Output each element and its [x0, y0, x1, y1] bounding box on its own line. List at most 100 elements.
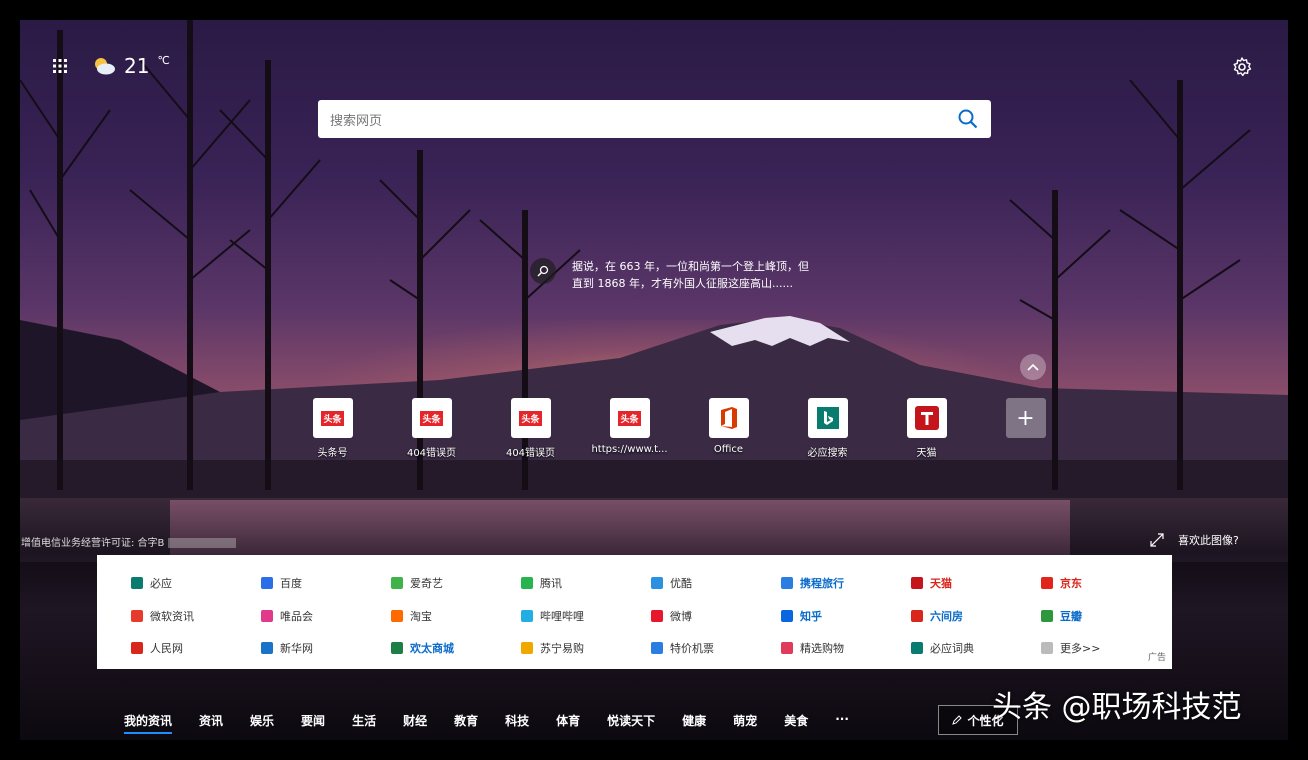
site-logo-icon [131, 609, 143, 622]
search-icon[interactable] [957, 108, 979, 130]
news-tab[interactable]: 体育 [556, 712, 580, 734]
site-link[interactable]: 爱奇艺 [391, 567, 521, 600]
news-tab[interactable]: 生活 [352, 712, 376, 734]
magnifier-icon [537, 265, 549, 277]
weather-widget[interactable]: 21 ℃ [92, 54, 170, 78]
site-link[interactable]: 天猫 [911, 567, 1041, 600]
site-link[interactable]: 豆瓣 [1041, 600, 1171, 633]
image-fact-text[interactable]: 据说，在 663 年，一位和尚第一个登上峰顶，但直到 1868 年，才有外国人征… [572, 258, 812, 292]
site-link[interactable]: 六间房 [911, 600, 1041, 633]
news-tabs: 我的资讯 资讯 娱乐 要闻 生活 财经 教育 科技 体育 悦读天下 健康 萌宠 美食 ··· [124, 712, 876, 734]
site-link-label: 特价机票 [670, 642, 714, 656]
toutiao-icon: 头条 [609, 398, 650, 438]
site-link-label: 必应 [150, 577, 172, 591]
license-text: 增值电信业务经营许可证: 合字B [21, 534, 236, 549]
news-tab[interactable]: 美食 [784, 712, 808, 734]
site-link[interactable]: 必应 [131, 567, 261, 600]
site-link[interactable]: 优酷 [651, 567, 781, 600]
site-logo-icon [261, 642, 273, 655]
site-link-label: 唯品会 [280, 609, 313, 623]
site-logo-icon [521, 609, 533, 622]
site-link-label: 知乎 [800, 609, 822, 623]
site-link[interactable]: 特价机票 [651, 632, 781, 665]
site-link-label: 携程旅行 [800, 577, 844, 591]
toutiao-icon: 头条 [411, 398, 452, 438]
apps-grid-icon[interactable] [50, 56, 70, 76]
quick-link-label: 天猫 [916, 448, 937, 459]
news-tab[interactable]: 健康 [682, 712, 706, 734]
site-link[interactable]: 新华网 [261, 632, 391, 665]
site-link[interactable]: 百度 [261, 567, 391, 600]
site-link-label: 淘宝 [410, 609, 432, 623]
quick-link[interactable]: 头条 头条号 [283, 398, 382, 459]
site-logo-icon [1041, 577, 1053, 590]
site-link[interactable]: 淘宝 [391, 600, 521, 633]
site-link[interactable]: 哔哩哔哩 [521, 600, 651, 633]
site-link[interactable]: 腾讯 [521, 567, 651, 600]
site-link[interactable]: 携程旅行 [781, 567, 911, 600]
site-link-label: 更多>> [1060, 642, 1101, 656]
like-image[interactable]: 喜欢此图像? [1150, 532, 1239, 548]
site-link-label: 百度 [280, 577, 302, 591]
quick-link[interactable]: 头条 404错误页 [382, 398, 481, 459]
site-logo-icon [391, 609, 403, 622]
news-tab[interactable]: 娱乐 [250, 712, 274, 734]
add-quick-link[interactable]: + [976, 398, 1075, 459]
news-tab[interactable]: 财经 [403, 712, 427, 734]
site-link[interactable]: 微软资讯 [131, 600, 261, 633]
site-link[interactable]: 知乎 [781, 600, 911, 633]
pencil-icon [952, 715, 963, 725]
site-logo-icon [391, 577, 403, 590]
tmall-icon [906, 398, 947, 438]
temperature-value: 21 [124, 54, 150, 78]
site-link-label: 微博 [670, 609, 692, 623]
news-tab[interactable]: 要闻 [301, 712, 325, 734]
search-input[interactable]: 搜索网页 [330, 110, 957, 129]
site-link[interactable]: 欢太商城 [391, 632, 521, 665]
site-link-label: 苏宁易购 [540, 642, 584, 656]
news-tab[interactable]: 萌宠 [733, 712, 757, 734]
news-tab[interactable]: 资讯 [199, 712, 223, 734]
news-tab[interactable]: 悦读天下 [607, 712, 655, 734]
quick-link-label: 404错误页 [505, 448, 556, 459]
site-link-label: 天猫 [930, 577, 952, 591]
more-tabs-button[interactable]: ··· [835, 712, 849, 734]
license-label: 增值电信业务经营许可证: 合字B [21, 538, 165, 549]
bing-icon [807, 398, 848, 438]
site-link[interactable]: 人民网 [131, 632, 261, 665]
news-tab[interactable]: 教育 [454, 712, 478, 734]
site-logo-icon [651, 642, 663, 655]
like-image-label[interactable]: 喜欢此图像? [1178, 532, 1239, 548]
site-logo-icon [391, 642, 403, 655]
site-link-label: 豆瓣 [1060, 609, 1082, 623]
site-link[interactable]: 唯品会 [261, 600, 391, 633]
quick-link[interactable]: 头条 https://www.t... [580, 398, 679, 459]
collapse-button[interactable] [1020, 354, 1046, 380]
image-info-button[interactable] [530, 258, 556, 284]
quick-links: 头条 头条号 头条 404错误页 头条 404错误页 头条 https://ww… [283, 398, 1075, 459]
site-link-label: 腾讯 [540, 577, 562, 591]
expand-icon[interactable] [1150, 533, 1164, 547]
quick-link[interactable]: Office [679, 398, 778, 459]
site-link-label: 优酷 [670, 577, 692, 591]
site-logo-icon [1041, 609, 1053, 622]
news-tab[interactable]: 我的资讯 [124, 712, 173, 734]
gear-icon[interactable] [1230, 55, 1254, 79]
quick-link[interactable]: 头条 404错误页 [481, 398, 580, 459]
site-logo-icon [781, 609, 793, 622]
quick-link[interactable]: 必应搜索 [778, 398, 877, 459]
site-link-label: 新华网 [280, 642, 313, 656]
site-logo-icon [131, 577, 143, 590]
site-link-label: 哔哩哔哩 [540, 609, 584, 623]
site-link-label: 必应词典 [930, 642, 974, 656]
site-link[interactable]: 必应词典 [911, 632, 1041, 665]
site-link[interactable]: 苏宁易购 [521, 632, 651, 665]
site-link[interactable]: 精选购物 [781, 632, 911, 665]
site-link[interactable]: 京东 [1041, 567, 1171, 600]
search-box[interactable]: 搜索网页 [318, 100, 991, 138]
site-link[interactable]: 微博 [651, 600, 781, 633]
site-link-label: 欢太商城 [410, 642, 454, 656]
site-logo-icon [911, 642, 923, 655]
news-tab[interactable]: 科技 [505, 712, 529, 734]
quick-link[interactable]: 天猫 [877, 398, 976, 459]
